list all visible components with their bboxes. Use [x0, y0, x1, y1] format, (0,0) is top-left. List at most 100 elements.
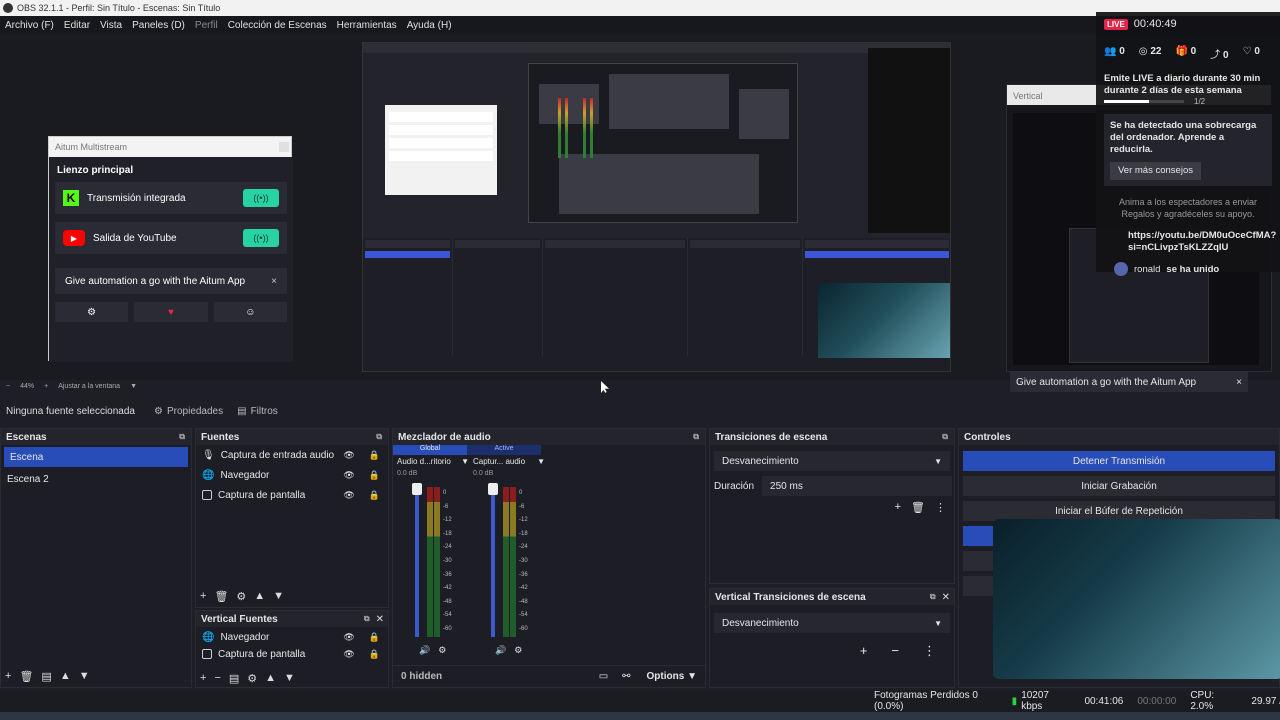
aitum-close-icon[interactable] [279, 142, 289, 152]
globe-icon: 🌐 [202, 469, 215, 481]
aitum-promo[interactable]: Give automation a go with the Aitum App … [55, 268, 287, 294]
source-item[interactable]: 🌐 Navegador 👁 🔒 [196, 465, 388, 485]
popout-icon[interactable]: ⧉ [930, 592, 936, 602]
fit-to-window[interactable]: Ajustar a la ventana [58, 383, 120, 390]
eye-icon[interactable]: 👁 [343, 649, 354, 660]
preview-screen-capture [362, 42, 951, 372]
close-icon[interactable]: ✕ [376, 614, 384, 625]
add-icon[interactable]: + [860, 643, 868, 659]
start-replay-buffer-button[interactable]: Iniciar el Búfer de Repetición [963, 501, 1275, 521]
properties-button[interactable]: ⚙ Propiedades [154, 406, 223, 417]
up-icon[interactable]: ▲ [265, 672, 276, 685]
add-icon[interactable]: + [200, 590, 206, 603]
gear-icon[interactable]: ⚙ [247, 672, 257, 685]
source-item[interactable]: 🎙 Captura de entrada audio 👁 🔒 [196, 445, 388, 465]
menu-view[interactable]: Vista [100, 20, 122, 31]
menu-edit[interactable]: Editar [64, 20, 90, 31]
trash-icon[interactable]: 🗑 [214, 590, 228, 603]
up-icon[interactable]: ▲ [60, 670, 71, 683]
down-icon[interactable]: ▼ [273, 590, 284, 603]
close-icon[interactable]: × [271, 276, 277, 287]
volume-slider[interactable] [491, 487, 495, 637]
popout-icon[interactable]: ⧉ [364, 614, 370, 624]
eye-icon[interactable]: 👁 [343, 632, 354, 643]
volume-knob[interactable] [412, 483, 422, 495]
chat-link[interactable]: https://youtu.be/DM0uOceCfMA?si=nCLivpzT… [1104, 230, 1276, 254]
layout-icon[interactable]: ▭ [599, 671, 608, 682]
stream-toggle-button[interactable]: ((•)) [243, 229, 279, 247]
volume-slider[interactable] [415, 487, 419, 637]
zoom-in-button[interactable]: + [44, 383, 48, 390]
menu-file[interactable]: Archivo (F) [5, 20, 54, 31]
vertical-transitions-dock: Vertical Transiciones de escena ⧉ ✕ Desvan… [709, 588, 955, 688]
duration-input[interactable]: 250 ms [762, 476, 953, 496]
no-source-label: Ninguna fuente seleccionada [6, 405, 135, 417]
start-recording-button[interactable]: Iniciar Grabación [963, 476, 1275, 496]
filter-icon[interactable]: ▤ [229, 672, 239, 685]
heart-icon[interactable]: ♥ [134, 302, 208, 322]
menu-profile[interactable]: Perfil [195, 20, 218, 31]
gear-icon[interactable]: ⚙ [55, 302, 129, 322]
more-icon[interactable]: ⋮ [923, 643, 936, 659]
filters-button[interactable]: ▤ Filtros [237, 406, 278, 417]
source-item[interactable]: Captura de pantalla 👁 🔒 [196, 647, 388, 661]
remove-icon[interactable]: − [214, 672, 220, 685]
more-tips-button[interactable]: Ver más consejos [1110, 162, 1201, 180]
transition-select[interactable]: Desvanecimiento ▼ [714, 451, 950, 471]
stream-toggle-button[interactable]: ((•)) [243, 189, 279, 207]
dock-title: Transiciones de escena [715, 431, 828, 443]
eye-icon[interactable]: 👁 [343, 450, 354, 461]
fit-chevron-icon[interactable]: ▼ [130, 383, 137, 390]
close-icon[interactable]: × [1236, 377, 1242, 388]
trash-icon[interactable]: 🗑 [19, 670, 33, 683]
lock-icon[interactable]: 🔒 [369, 649, 380, 660]
volume-knob[interactable] [488, 483, 498, 495]
down-icon[interactable]: ▼ [79, 670, 90, 683]
popout-icon[interactable]: ⧉ [376, 432, 382, 442]
source-item[interactable]: 🌐 Navegador 👁 🔒 [196, 627, 388, 647]
menu-tools[interactable]: Herramientas [337, 20, 397, 31]
gear-icon[interactable]: ⚙ [514, 645, 522, 656]
scene-item[interactable]: Escena 2 [1, 469, 191, 489]
menu-help[interactable]: Ayuda (H) [407, 20, 452, 31]
discord-icon[interactable]: ☺ [213, 302, 287, 322]
lock-icon[interactable]: 🔒 [369, 632, 380, 643]
source-item[interactable]: Captura de pantalla 👁 🔒 [196, 485, 388, 505]
chevron-down-icon: ▼ [934, 456, 942, 466]
vertical-transition-select[interactable]: Desvanecimiento ▼ [714, 613, 950, 633]
up-icon[interactable]: ▲ [254, 590, 265, 603]
more-icon[interactable]: ⋮ [935, 501, 946, 514]
eye-icon[interactable]: 👁 [343, 490, 354, 501]
chevron-down-icon[interactable]: ▼ [461, 457, 469, 466]
link-icon[interactable]: ⚯ [622, 671, 630, 682]
add-icon[interactable]: + [895, 501, 901, 514]
filter-icon[interactable]: ▤ [41, 670, 51, 683]
menu-docks[interactable]: Paneles (D) [132, 20, 185, 31]
tab-global[interactable]: Global [393, 445, 467, 455]
gear-icon[interactable]: ⚙ [438, 645, 446, 656]
add-icon[interactable]: + [200, 672, 206, 685]
down-icon[interactable]: ▼ [284, 672, 295, 685]
popout-icon[interactable]: ⧉ [179, 432, 185, 442]
options-button[interactable]: Options ▼ [647, 671, 697, 682]
speaker-icon[interactable]: 🔊 [419, 645, 430, 656]
chevron-down-icon[interactable]: ▼ [537, 457, 545, 466]
eye-icon[interactable]: 👁 [343, 470, 354, 481]
speaker-icon[interactable]: 🔊 [495, 645, 506, 656]
lock-icon[interactable]: 🔒 [369, 470, 380, 481]
remove-icon[interactable]: − [891, 643, 899, 659]
add-icon[interactable]: + [5, 670, 11, 683]
tab-active[interactable]: Active [467, 445, 541, 455]
vertical-promo[interactable]: Give automation a go with the Aitum App … [1010, 372, 1248, 392]
gear-icon[interactable]: ⚙ [236, 590, 246, 603]
stop-stream-button[interactable]: Detener Transmisión [963, 451, 1275, 471]
close-icon[interactable]: ✕ [942, 592, 950, 603]
trash-icon[interactable]: 🗑 [911, 501, 925, 514]
lock-icon[interactable]: 🔒 [369, 450, 380, 461]
menu-scene-collection[interactable]: Colección de Escenas [228, 20, 327, 31]
zoom-out-button[interactable]: − [6, 383, 10, 390]
lock-icon[interactable]: 🔒 [369, 490, 380, 501]
scene-item[interactable]: Escena [4, 447, 188, 467]
popout-icon[interactable]: ⧉ [693, 432, 699, 442]
popout-icon[interactable]: ⧉ [942, 432, 948, 442]
